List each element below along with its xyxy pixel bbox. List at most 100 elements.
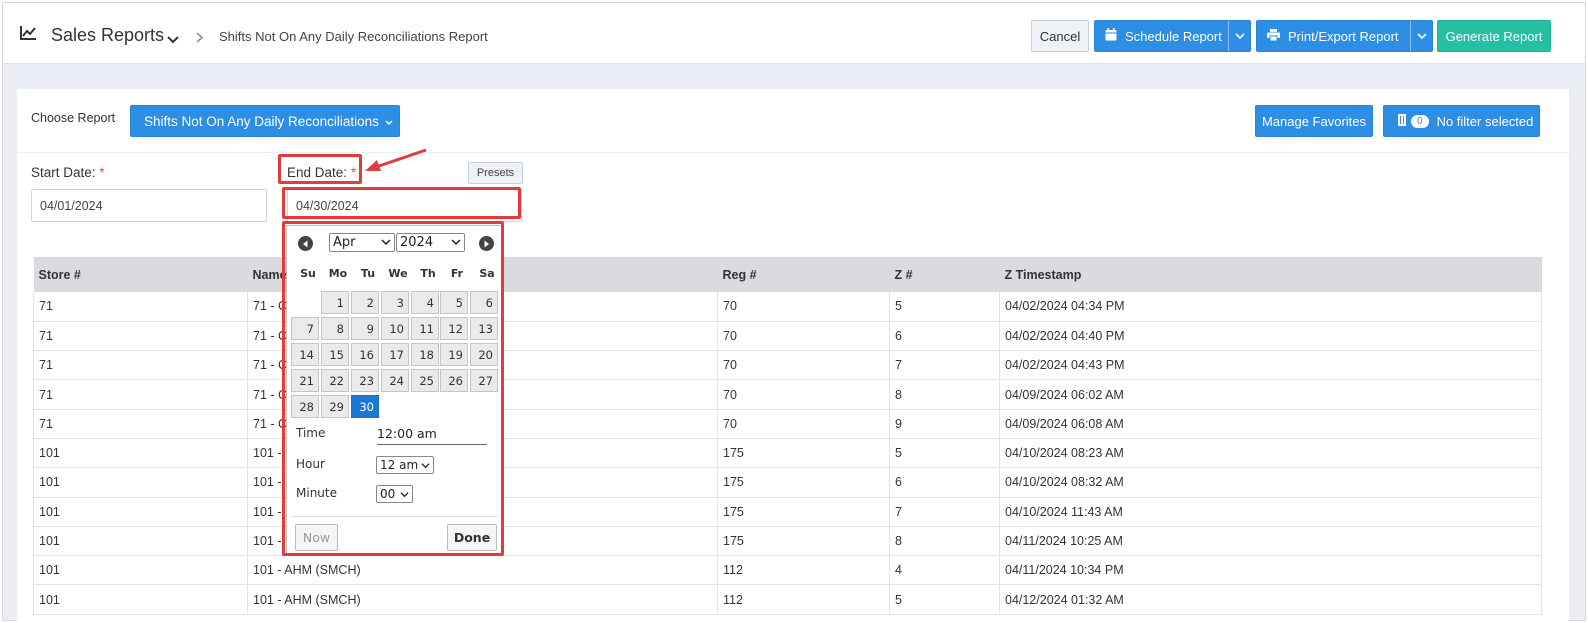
next-month-icon[interactable] bbox=[479, 236, 494, 251]
table-cell: 71 bbox=[33, 409, 248, 439]
table-row[interactable]: 71 71 - C 70 9 04/09/2024 06:08 AM bbox=[33, 409, 1542, 439]
calendar-day[interactable]: 23 bbox=[351, 369, 379, 392]
print-export-button[interactable]: Print/Export Report bbox=[1256, 20, 1433, 52]
table-row[interactable]: 101 101 - AHM (SMCH) 112 4 04/11/2024 10:34 … bbox=[33, 555, 1542, 586]
table-cell: 04/09/2024 06:02 AM bbox=[999, 379, 1542, 410]
table-cell: 101 - AHM (SMCH) bbox=[247, 555, 718, 586]
table-row[interactable]: 101 101 -175 8 04/11/2024 10:25 AM bbox=[33, 526, 1542, 557]
calendar-day[interactable]: 5 bbox=[440, 291, 468, 314]
generate-report-button[interactable]: Generate Report bbox=[1437, 20, 1551, 52]
calendar-day[interactable]: 8 bbox=[321, 317, 349, 340]
table-cell: 175 bbox=[717, 467, 890, 498]
cancel-button[interactable]: Cancel bbox=[1031, 20, 1089, 52]
weekday-label: Tu bbox=[360, 267, 376, 280]
calendar-day[interactable]: 13 bbox=[470, 317, 498, 340]
hour-select[interactable]: 12 am bbox=[376, 456, 434, 474]
calendar-day[interactable]: 4 bbox=[411, 291, 439, 314]
divider bbox=[291, 516, 498, 517]
report-select[interactable]: Shifts Not On Any Daily Reconciliations bbox=[130, 105, 400, 137]
filter-icon bbox=[1398, 113, 1406, 129]
table-cell: 5 bbox=[889, 292, 1000, 322]
start-date-label: Start Date: * bbox=[31, 165, 105, 180]
start-date-label-text: Start Date: bbox=[31, 165, 96, 180]
now-button[interactable]: Now bbox=[295, 524, 338, 551]
table-row[interactable]: 101 101 -175 5 04/10/2024 08:23 AM bbox=[33, 438, 1542, 469]
calendar-day[interactable]: 11 bbox=[411, 317, 439, 340]
table-cell: 04/09/2024 06:08 AM bbox=[999, 409, 1542, 439]
year-value: 2024 bbox=[400, 235, 434, 250]
prev-month-icon[interactable] bbox=[298, 236, 313, 251]
table-row[interactable]: 71 71 - C 70 5 04/02/2024 04:34 PM bbox=[33, 292, 1542, 322]
table-cell: 5 bbox=[889, 438, 1000, 469]
presets-button[interactable]: Presets bbox=[468, 162, 523, 184]
weekday-label: Mo bbox=[328, 267, 348, 280]
column-header[interactable]: Z # bbox=[889, 257, 1000, 292]
table-cell: 70 bbox=[717, 321, 890, 352]
divider bbox=[17, 152, 1569, 153]
calendar-day[interactable]: 9 bbox=[351, 317, 379, 340]
weekday-label: Su bbox=[300, 267, 316, 280]
calendar-day[interactable]: 2 bbox=[351, 291, 379, 314]
table-row[interactable]: 101 101 -175 6 04/10/2024 08:32 AM bbox=[33, 467, 1542, 498]
calendar-day[interactable]: 16 bbox=[351, 343, 379, 366]
calendar-day[interactable]: 12 bbox=[440, 317, 468, 340]
done-button[interactable]: Done bbox=[447, 524, 497, 551]
calendar-day[interactable]: 25 bbox=[411, 369, 439, 392]
calendar-day[interactable]: 22 bbox=[321, 369, 349, 392]
report-table: Store # Name Reg # Z # Z Timestamp 71 71 … bbox=[33, 257, 1542, 615]
minute-select[interactable]: 00 bbox=[376, 485, 413, 503]
manage-favorites-button[interactable]: Manage Favorites bbox=[1255, 105, 1373, 137]
column-header[interactable]: Reg # bbox=[717, 257, 890, 292]
calendar-day[interactable]: 28 bbox=[291, 395, 319, 418]
table-cell: 101 bbox=[33, 497, 248, 527]
calendar-day[interactable]: 14 bbox=[291, 343, 319, 366]
schedule-report-button[interactable]: Schedule Report bbox=[1094, 20, 1251, 52]
time-label: Time bbox=[296, 426, 326, 440]
calendar-day[interactable]: 30 bbox=[351, 395, 379, 418]
date-picker-popup: Apr 2024 Su Mo Tu We Th Fr Sa 1 2 3 4 5 6 7 8 9 10 11 12 1… bbox=[286, 225, 503, 555]
table-cell: 7 bbox=[889, 350, 1000, 381]
calendar-day[interactable]: 17 bbox=[381, 343, 409, 366]
calendar-day[interactable]: 29 bbox=[321, 395, 349, 418]
chevron-down-icon[interactable] bbox=[1228, 21, 1250, 51]
chevron-down-icon[interactable] bbox=[1410, 21, 1432, 51]
calendar-day[interactable]: 19 bbox=[440, 343, 468, 366]
calendar-day[interactable]: 18 bbox=[411, 343, 439, 366]
table-row[interactable]: 71 71 - C 70 7 04/02/2024 04:43 PM bbox=[33, 350, 1542, 381]
weekday-label: Fr bbox=[450, 267, 464, 280]
calendar-day[interactable]: 26 bbox=[440, 369, 468, 392]
table-cell: 4 bbox=[889, 555, 1000, 586]
calendar-day[interactable]: 27 bbox=[470, 369, 498, 392]
filter-button[interactable]: 0 No filter selected bbox=[1383, 105, 1540, 137]
table-cell: 5 bbox=[889, 584, 1000, 615]
schedule-report-label: Schedule Report bbox=[1125, 28, 1222, 44]
table-cell: 04/02/2024 04:43 PM bbox=[999, 350, 1542, 381]
start-date-input[interactable]: 04/01/2024 bbox=[31, 189, 267, 222]
table-row[interactable]: 71 71 - C 70 6 04/02/2024 04:40 PM bbox=[33, 321, 1542, 352]
month-value: Apr bbox=[333, 235, 356, 250]
calendar-day[interactable]: 3 bbox=[381, 291, 409, 314]
end-date-input[interactable]: 04/30/2024 bbox=[287, 189, 522, 222]
year-select[interactable]: 2024 bbox=[396, 233, 465, 252]
table-cell: 71 bbox=[33, 292, 248, 322]
calendar-day[interactable]: 24 bbox=[381, 369, 409, 392]
calendar-day[interactable]: 1 bbox=[321, 291, 349, 314]
chevron-down-icon[interactable] bbox=[167, 31, 179, 49]
calendar-day[interactable]: 6 bbox=[470, 291, 498, 314]
calendar-day[interactable]: 20 bbox=[470, 343, 498, 366]
calendar-day[interactable]: 15 bbox=[321, 343, 349, 366]
column-header[interactable]: Store # bbox=[33, 257, 248, 292]
table-row[interactable]: 101 101 -175 7 04/10/2024 11:43 AM bbox=[33, 497, 1542, 527]
month-select[interactable]: Apr bbox=[329, 233, 395, 252]
calendar-day[interactable]: 7 bbox=[291, 317, 319, 340]
table-row[interactable]: 71 71 - C 70 8 04/09/2024 06:02 AM bbox=[33, 379, 1542, 410]
table-row[interactable]: 101 101 - AHM (SMCH) 112 5 04/12/2024 01:32 … bbox=[33, 584, 1542, 615]
table-cell: 6 bbox=[889, 467, 1000, 498]
column-header[interactable]: Z Timestamp bbox=[999, 257, 1542, 292]
minute-value: 00 bbox=[380, 487, 396, 501]
calendar-day[interactable]: 10 bbox=[381, 317, 409, 340]
table-cell: 7 bbox=[889, 497, 1000, 527]
table-cell: 04/10/2024 08:23 AM bbox=[999, 438, 1542, 469]
table-cell: 101 bbox=[33, 467, 248, 498]
calendar-day[interactable]: 21 bbox=[291, 369, 319, 392]
